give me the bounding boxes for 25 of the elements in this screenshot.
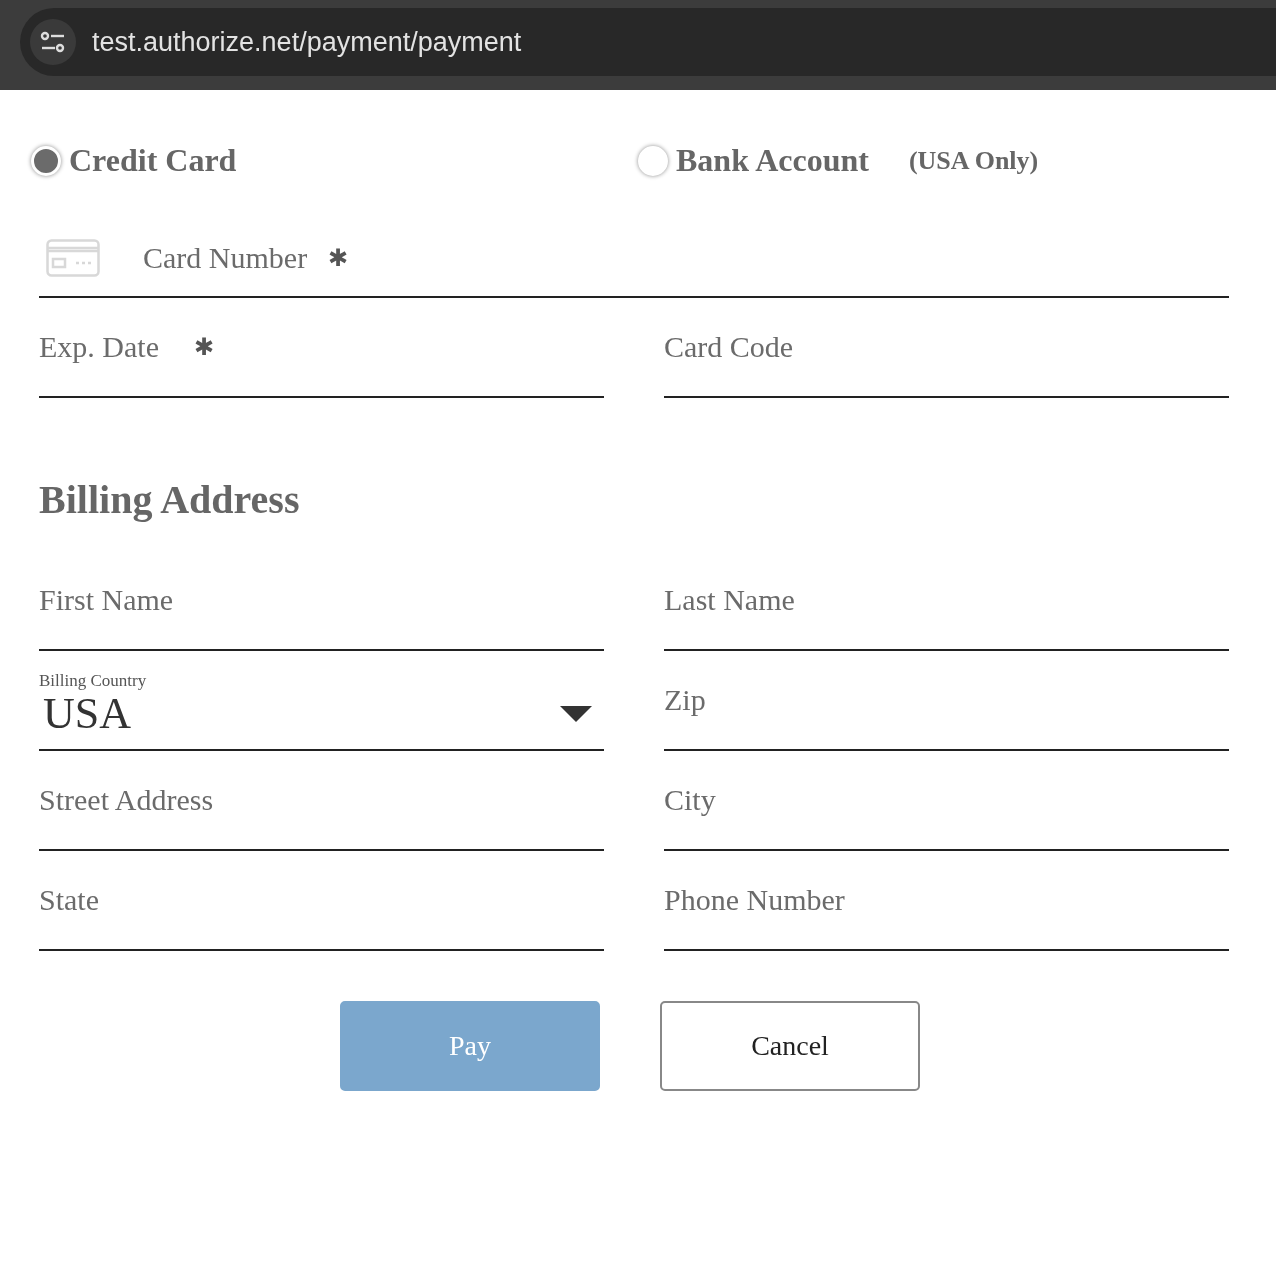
select-value: USA	[43, 690, 132, 737]
text-field[interactable]: Zip	[664, 678, 1229, 722]
site-settings-icon[interactable]	[30, 19, 76, 65]
radio-label[interactable]: Bank Account	[676, 142, 869, 179]
text-field[interactable]: City	[664, 778, 1229, 822]
address-bar[interactable]: test.authorize.net/payment/payment	[20, 8, 1276, 76]
text-field[interactable]: Card Number	[143, 236, 320, 280]
note-text: (USA Only)	[908, 145, 1039, 176]
required-mark: ✱	[194, 333, 214, 361]
required-mark: ✱	[328, 244, 348, 272]
section-heading: Billing Address	[39, 476, 301, 523]
text-field[interactable]: Card Code	[664, 325, 1229, 369]
text-field[interactable]: Last Name	[664, 578, 1229, 622]
text-field[interactable]: First Name	[39, 578, 604, 622]
url-text: test.authorize.net/payment/payment	[92, 26, 522, 58]
radio-label[interactable]: Credit Card	[69, 142, 237, 179]
country-select[interactable]: Billing Country USA	[39, 651, 604, 751]
text-field[interactable]: Street Address	[39, 778, 604, 822]
cancel-button[interactable]: Cancel	[660, 1001, 920, 1091]
text-field[interactable]: Exp. Date	[39, 325, 186, 369]
credit-card-icon	[46, 239, 100, 277]
caret-icon	[560, 705, 592, 722]
text-field[interactable]: State	[39, 878, 604, 922]
field-label: Billing Country	[39, 670, 147, 691]
text-field[interactable]: Phone Number	[664, 878, 1229, 922]
